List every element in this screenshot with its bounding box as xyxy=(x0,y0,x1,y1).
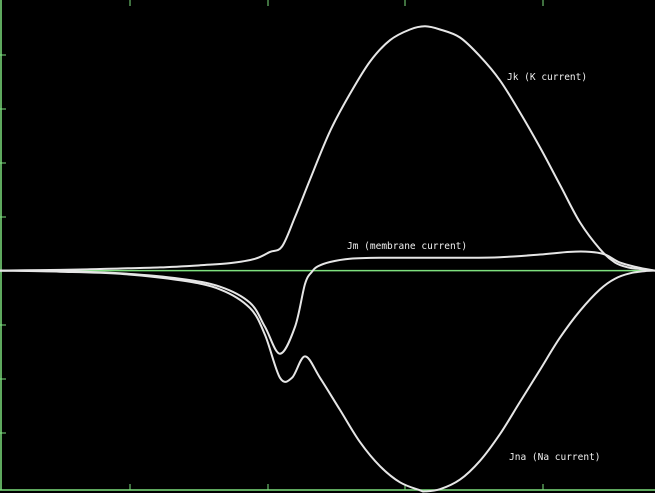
label-jk: Jk (K current) xyxy=(507,72,587,83)
label-jna: Jna (Na current) xyxy=(509,452,601,463)
curve-labels: Jk (K current) Jm (membrane current) Jna… xyxy=(347,72,601,463)
curves xyxy=(0,25,655,493)
label-jm: Jm (membrane current) xyxy=(347,241,467,252)
series-line-jk xyxy=(0,25,655,272)
series-line-jm xyxy=(0,250,655,355)
plot-area: Jk (K current) Jm (membrane current) Jna… xyxy=(0,0,655,493)
